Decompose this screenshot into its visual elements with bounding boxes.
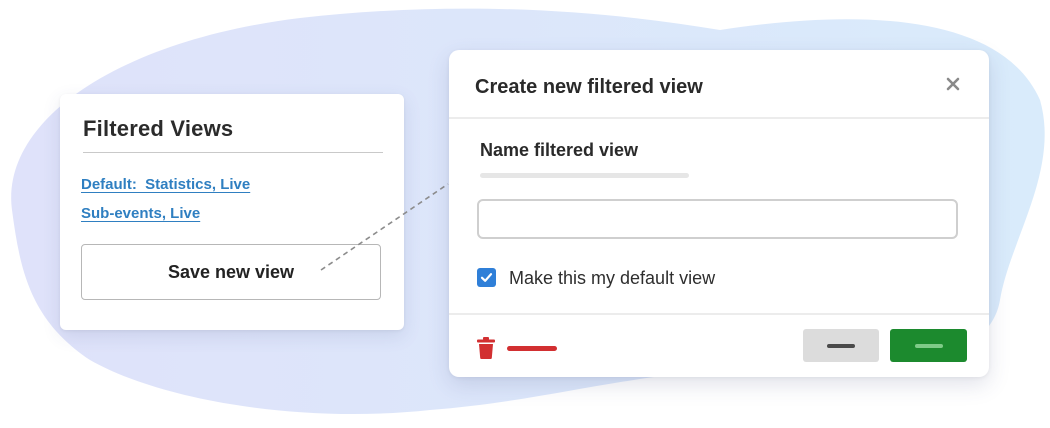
view-link-default[interactable]: Default: Statistics, Live: [81, 176, 250, 193]
view-link-sub-events[interactable]: Sub-events, Live: [81, 205, 200, 222]
cancel-button-label-placeholder: [827, 343, 855, 348]
create-view-dialog: Create new filtered view Name filtered v…: [449, 50, 989, 377]
create-button[interactable]: [890, 329, 967, 362]
close-icon[interactable]: [941, 72, 965, 96]
default-view-checkbox[interactable]: [477, 268, 496, 287]
filtered-views-panel: Filtered Views Default: Statistics, Live…: [60, 94, 404, 330]
view-name-input[interactable]: [477, 199, 958, 239]
dialog-header-divider: [449, 117, 989, 119]
panel-title: Filtered Views: [83, 116, 234, 141]
close-icon-glyph: [946, 77, 960, 91]
cancel-button[interactable]: [803, 329, 879, 362]
panel-divider: [83, 152, 383, 153]
trash-icon[interactable]: [477, 337, 495, 359]
check-icon: [480, 273, 493, 282]
save-new-view-button[interactable]: Save new view: [81, 244, 381, 300]
field-hint-placeholder-bar: [480, 173, 689, 178]
dialog-footer-divider: [449, 313, 989, 315]
dialog-title: Create new filtered view: [475, 76, 703, 98]
name-field-label: Name filtered view: [480, 140, 639, 160]
delete-view-button[interactable]: [507, 346, 557, 351]
create-button-label-placeholder: [914, 343, 943, 348]
default-view-checkbox-label: Make this my default view: [509, 268, 716, 288]
